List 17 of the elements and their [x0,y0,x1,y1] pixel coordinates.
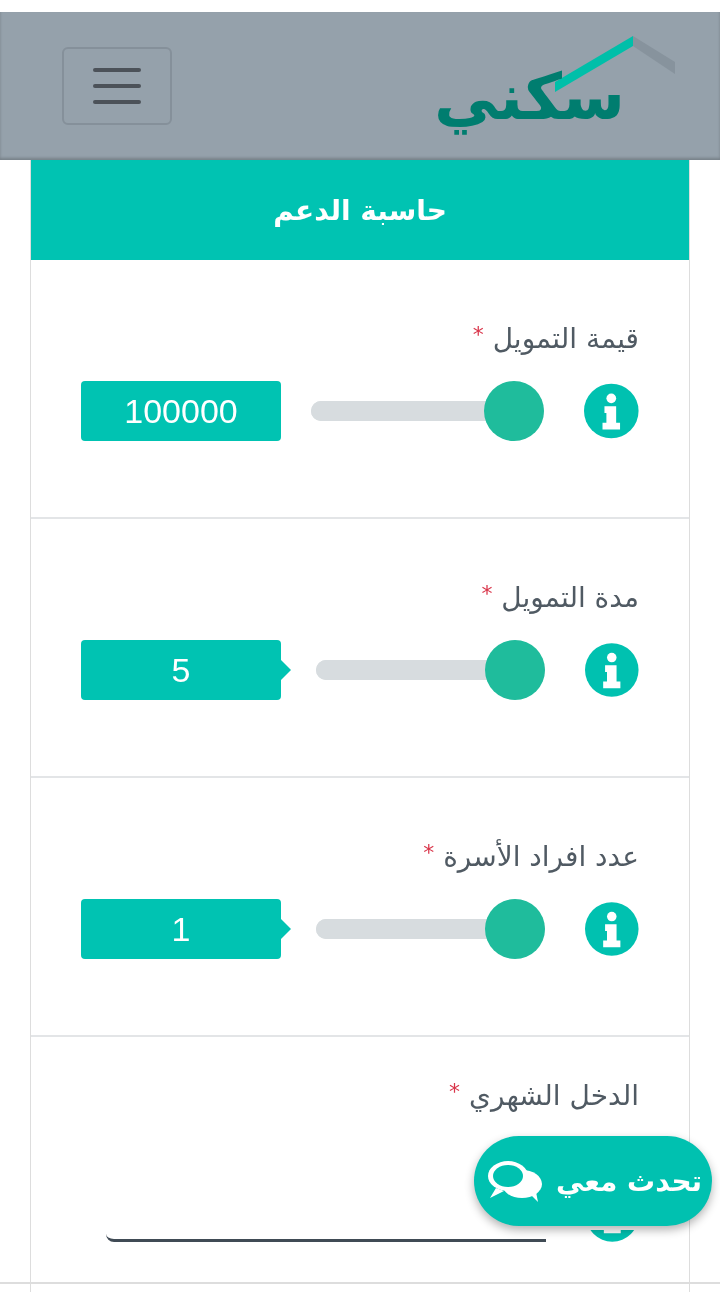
slider[interactable] [316,640,546,700]
menu-button[interactable] [62,47,172,125]
value-box: 1 [81,899,281,959]
info-icon[interactable] [585,901,639,957]
logo[interactable]: سكني [433,59,625,136]
slider[interactable] [310,381,545,441]
field-label: قيمة التمويل * [471,322,639,355]
chat-button[interactable]: تحدث معي [474,1136,712,1226]
field-label: مدة التمويل * [480,581,639,614]
value-box: 100000 [81,381,281,441]
field-label: عدد افراد الأسرة * [422,840,639,873]
field-label: الدخل الشهري * [448,1079,639,1112]
info-icon[interactable] [584,383,639,439]
value-box: 5 [81,640,281,700]
slider[interactable] [316,899,546,959]
info-icon[interactable] [585,642,639,698]
card-title: حاسبة الدعم [31,160,689,260]
